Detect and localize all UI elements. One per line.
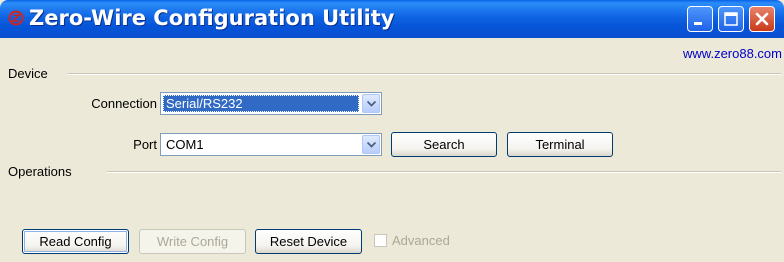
advanced-label: Advanced	[392, 233, 450, 248]
connection-dropdown-button[interactable]	[362, 94, 380, 113]
device-group-divider	[68, 73, 781, 75]
write-config-button[interactable]: Write Config	[139, 229, 246, 254]
port-label: Port	[133, 137, 157, 152]
operations-group-divider	[107, 171, 781, 173]
advanced-checkbox[interactable]	[374, 234, 387, 247]
zero88-logo-icon	[8, 10, 24, 26]
window-title: Zero-Wire Configuration Utility	[29, 6, 395, 30]
maximize-icon	[724, 12, 738, 26]
close-icon	[755, 12, 769, 26]
client-area: www.zero88.com Device Connection Serial/…	[0, 38, 784, 262]
website-link[interactable]: www.zero88.com	[683, 46, 782, 61]
connection-label: Connection	[91, 96, 157, 111]
close-button[interactable]	[749, 6, 775, 32]
chevron-down-icon	[367, 142, 376, 148]
connection-select[interactable]: Serial/RS232	[160, 92, 382, 115]
device-group-label: Device	[8, 66, 48, 81]
operations-group-label: Operations	[8, 164, 72, 179]
maximize-button[interactable]	[718, 6, 744, 32]
connection-value: Serial/RS232	[163, 95, 359, 112]
title-bar[interactable]: Zero-Wire Configuration Utility	[0, 0, 784, 38]
search-button[interactable]: Search	[391, 132, 497, 157]
port-value: COM1	[166, 137, 204, 152]
port-dropdown-button[interactable]	[362, 135, 380, 154]
terminal-button[interactable]: Terminal	[507, 132, 613, 157]
read-config-button[interactable]: Read Config	[22, 229, 129, 254]
app-window: Zero-Wire Configuration Utility www.zero…	[0, 0, 784, 262]
minimize-button[interactable]	[687, 6, 713, 32]
chevron-down-icon	[367, 101, 376, 107]
port-select[interactable]: COM1	[160, 133, 382, 156]
minimize-icon	[694, 22, 702, 25]
reset-device-button[interactable]: Reset Device	[255, 229, 362, 254]
